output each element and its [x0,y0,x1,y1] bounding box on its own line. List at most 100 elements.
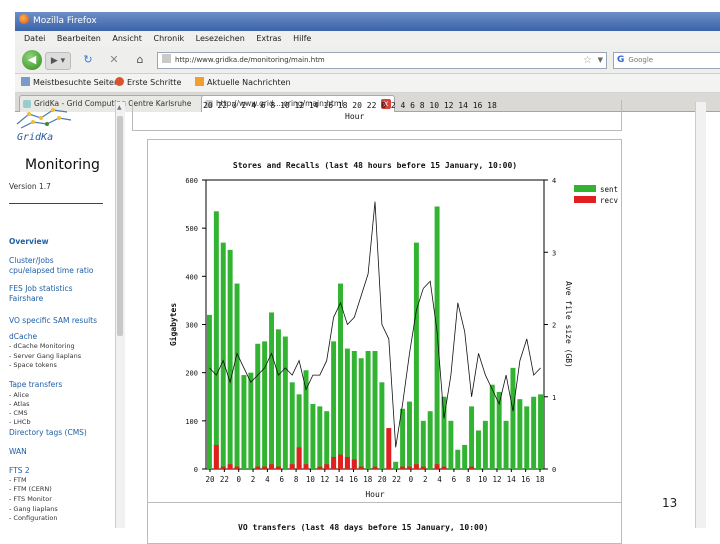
bar-sent [351,350,357,469]
menu-hilfe[interactable]: Hilfe [293,34,311,43]
sidebar-item[interactable]: - Atlas [9,400,29,409]
forward-icon[interactable]: ▶ ▾ [45,52,71,70]
sidebar-item[interactable]: Directory tags (CMS) [9,428,87,437]
sidebar-item[interactable]: - Gang liaplans [9,505,58,514]
url-bar[interactable]: http://www.gridka.de/monitoring/main.htm… [157,52,607,69]
sidebar-item[interactable]: Fairshare [9,294,43,303]
sidebar-item[interactable]: - Server Gang liaplans [9,352,81,361]
bar-sent [538,394,544,469]
sidebar-item[interactable]: - FTM [9,476,27,485]
scroll-up-icon[interactable]: ▲ [117,104,122,111]
bar-sent [482,420,488,469]
bar-sent [489,384,495,469]
sidebar-item[interactable]: - LHCb [9,418,31,427]
menu-chronik[interactable]: Chronik [153,34,184,43]
y2-tick-label: 4 [552,177,556,185]
sidebar-item[interactable]: - Alice [9,391,29,400]
sidebar-item[interactable]: FTS 2 [9,466,30,475]
sidebar-item[interactable]: - FTS Monitor [9,495,52,504]
bar-recv [469,466,475,469]
sidebar-item[interactable]: Tape transfers [9,380,62,389]
x-axis-label: Hour [365,490,384,499]
y-tick-label: 200 [185,370,198,378]
search-input[interactable]: G Google [613,52,720,69]
legend-label: recv [600,196,619,205]
stop-icon[interactable]: ✕ [107,52,121,68]
menu-ansicht[interactable]: Ansicht [112,34,142,43]
x-tick-label: 22 [392,475,401,484]
sidebar-item[interactable]: - FTM (CERN) [9,485,52,494]
sidebar-item[interactable]: - CMS [9,409,28,418]
x-tick-label: 0 [409,475,414,484]
home-icon[interactable]: ⌂ [133,52,147,68]
bar-recv [386,428,392,469]
sidebar-item[interactable]: - Configuration [9,514,58,523]
x-tick-label: 12 [320,475,329,484]
bar-recv [317,466,323,469]
bar-recv [262,466,268,469]
svg-text:GridKa: GridKa [17,132,53,142]
google-icon[interactable]: G [617,53,624,68]
bar-sent [503,420,509,469]
menu-bearbeiten[interactable]: Bearbeiten [57,34,101,43]
sidebar-scrollbar[interactable]: ▲ [115,102,125,528]
bookmark-getting-started[interactable]: Erste Schritte [115,74,181,92]
bar-sent [400,408,406,469]
x-tick-label: 10 [306,475,316,484]
x-tick-label: 4 [265,475,270,484]
sidebar-item[interactable]: FES Job statistics [9,284,73,293]
slide-number: 13 [662,496,678,510]
bar-recv [351,459,357,469]
bar-sent [262,341,268,469]
sidebar-item[interactable]: cpu/elapsed time ratio [9,266,94,275]
bar-recv [331,456,337,469]
bar-sent [269,312,275,469]
bar-sent [241,375,247,469]
x-tick-label: 22 [220,475,229,484]
y2-tick-label: 2 [552,322,556,330]
url-dropdown-icon[interactable]: ▼ [598,53,603,68]
rss-icon [195,77,204,86]
menu-extras[interactable]: Extras [256,34,281,43]
menu-datei[interactable]: Datei [24,34,45,43]
bar-recv [275,466,281,469]
x-tick-label: 6 [279,475,284,484]
sidebar-item[interactable]: Overview [9,237,49,246]
sidebar-item[interactable]: - dCache Monitoring [9,342,75,351]
x-tick-label: 10 [478,475,488,484]
bar-sent [213,211,219,469]
url-text: http://www.gridka.de/monitoring/main.htm [175,56,325,64]
back-icon[interactable]: ◀ [22,50,42,70]
bar-recv [400,466,406,469]
reload-icon[interactable]: ↻ [81,52,95,68]
x-tick-label: 18 [363,475,373,484]
page-scrollbar[interactable] [695,102,706,528]
bar-sent [420,420,426,469]
version-label: Version 1.7 [9,182,51,191]
menu-lesezeichen[interactable]: Lesezeichen [196,34,245,43]
bookmark-news[interactable]: Aktuelle Nachrichten [195,74,291,92]
bar-recv [234,466,240,469]
bar-sent [227,249,233,469]
legend-swatch [574,185,596,192]
bar-sent [517,399,523,469]
previous-axis-ticks: 20 22 0 2 4 6 8 10 12 14 16 18 20 22 0 2… [203,101,497,110]
scrollbar-thumb[interactable] [117,116,123,336]
star-icon[interactable]: ☆ [583,53,592,68]
vo-transfers-chart: VO transfers (last 48 days before 15 Jan… [147,502,622,544]
bookmark-most-visited[interactable]: Meistbesuchte Seiten [21,74,119,92]
bar-sent [510,367,516,469]
sidebar-item[interactable]: - Space tokens [9,361,57,370]
sidebar-item[interactable]: dCache [9,332,37,341]
x-tick-label: 2 [251,475,256,484]
bar-sent [455,449,461,469]
legend-swatch [574,196,596,203]
bar-sent [365,350,371,469]
sidebar: GridKa Monitoring Version 1.7 Overview Cl… [7,102,115,528]
sidebar-item[interactable]: VO specific SAM results [9,316,97,325]
sidebar-item[interactable]: Cluster/Jobs [9,256,54,265]
x-tick-label: 4 [437,475,442,484]
bar-sent [255,343,261,469]
bar-sent [524,406,530,469]
sidebar-item[interactable]: WAN [9,447,27,456]
